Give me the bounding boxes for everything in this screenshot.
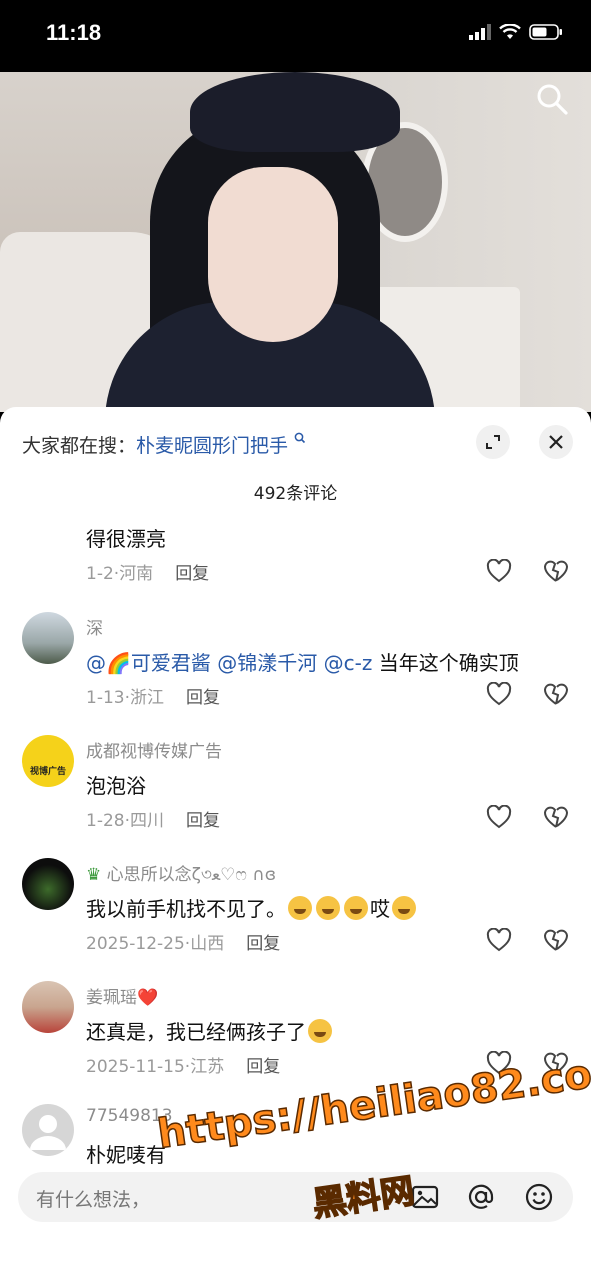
reply-button[interactable]: 回复 (175, 564, 209, 584)
comment-meta: 2025-12-25·山西 回复 (86, 934, 281, 954)
laugh-cry-emoji-icon (308, 1019, 332, 1043)
comment-date: 1-2 (86, 564, 114, 584)
comment-date: 1-28 (86, 811, 125, 831)
comment-meta: 1-2·河南 回复 (86, 564, 210, 584)
emoji-icon[interactable] (524, 1182, 554, 1212)
comment-username[interactable]: 姜珮瑶❤️ (86, 983, 158, 1008)
grin-sweat-emoji-icon (316, 896, 340, 920)
default-avatar-icon (30, 1115, 66, 1150)
avatar[interactable] (22, 1104, 74, 1156)
comment-date: 2025-12-25 (86, 934, 185, 954)
video-person-hat (190, 72, 400, 152)
dislike-icon[interactable] (543, 682, 569, 706)
search-icon[interactable] (535, 82, 569, 116)
video-player[interactable] (0, 72, 591, 412)
like-icon[interactable] (486, 805, 512, 829)
dislike-icon[interactable] (543, 928, 569, 952)
comment-sheet: 大家都在搜：朴麦昵圆形门把手 492条评论 得很漂亮 1-2·河南 回复 深 @… (0, 407, 591, 1280)
comment-item: 视博广告 成都视博传媒广告 泡泡浴 1-28·四川 回复 (0, 730, 591, 840)
comment-text: 我以前手机找不见了。 哎 (86, 893, 418, 922)
avatar[interactable] (22, 612, 74, 664)
comment-item: 得很漂亮 1-2·河南 回复 (0, 517, 591, 597)
comment-username-text: 姜珮瑶 (86, 988, 137, 1008)
comment-location: 河南 (119, 564, 154, 584)
crown-icon: ♛ (86, 865, 102, 885)
close-button[interactable] (539, 425, 573, 459)
close-icon (549, 435, 563, 449)
comment-text: 还真是，我已经俩孩子了 (86, 1016, 334, 1045)
comment-input[interactable]: 有什么想法， (18, 1172, 573, 1222)
reply-button[interactable]: 回复 (246, 934, 280, 954)
like-icon[interactable] (486, 559, 512, 583)
like-icon[interactable] (486, 928, 512, 952)
trending-label: 大家都在搜： (22, 435, 137, 457)
comment-body: 还真是，我已经俩孩子了 (86, 1020, 306, 1044)
expand-button[interactable] (476, 425, 510, 459)
avatar[interactable]: 视博广告 (22, 735, 74, 787)
comment-meta: 1-28·四川 回复 (86, 811, 220, 831)
comment-item: 深 @🌈可爱君酱 @锦漾千河 @c-z 当年这个确实顶 1-13·浙江 回复 (0, 607, 591, 717)
wifi-icon (499, 24, 521, 39)
comment-meta: 2025-11-15·江苏 回复 (86, 1057, 281, 1077)
mention[interactable]: @🌈可爱君酱 (86, 651, 211, 675)
reply-button[interactable]: 回复 (186, 688, 220, 708)
comment-text: 泡泡浴 (86, 774, 146, 798)
comment-text: @🌈可爱君酱 @锦漾千河 @c-z 当年这个确实顶 (86, 647, 519, 676)
expand-icon (486, 435, 500, 449)
comment-location: 江苏 (190, 1057, 225, 1077)
battery-icon (529, 24, 562, 40)
cellular-signal-icon (469, 24, 491, 40)
avatar-logo-text: 视博广告 (29, 766, 66, 777)
dislike-icon[interactable] (543, 559, 569, 583)
trending-search[interactable]: 大家都在搜：朴麦昵圆形门把手 (22, 431, 306, 458)
comment-body-tail: 哎 (370, 897, 390, 921)
video-person-face (208, 167, 338, 342)
comment-location: 浙江 (130, 688, 164, 708)
comment-date: 1-13 (86, 688, 125, 708)
comment-location: 山西 (190, 934, 225, 954)
like-icon[interactable] (486, 682, 512, 706)
reply-button[interactable]: 回复 (186, 811, 220, 831)
comment-username-text: 心思所以念ζ৩ﻌ♡ෆ ∩ɞ (106, 865, 277, 885)
home-indicator (0, 1232, 591, 1280)
avatar[interactable] (22, 981, 74, 1033)
mention[interactable]: @锦漾千河 (217, 651, 317, 675)
comment-username[interactable]: 成都视博传媒广告 (86, 737, 222, 762)
comment-location: 四川 (130, 811, 164, 831)
laugh-cry-emoji-icon (288, 896, 312, 920)
comment-text: 朴妮唛有 (86, 1143, 166, 1167)
mention[interactable]: @c-z (324, 651, 373, 675)
comment-date: 2025-11-15 (86, 1057, 185, 1077)
search-small-icon (294, 432, 306, 444)
comment-input-placeholder: 有什么想法， (36, 1189, 151, 1211)
comment-body: 当年这个确实顶 (378, 651, 519, 675)
red-heart-icon: ❤️ (137, 988, 159, 1008)
comment-count: 492条评论 (253, 484, 338, 504)
status-bar: 11:18 (0, 0, 591, 72)
avatar[interactable] (22, 858, 74, 910)
comment-body: 我以前手机找不见了。 (86, 897, 286, 921)
comment-username[interactable]: ♛ 心思所以念ζ৩ﻌ♡ෆ ∩ɞ (86, 860, 276, 890)
mention-icon[interactable] (466, 1182, 496, 1212)
relieved-emoji-icon (392, 896, 416, 920)
status-time: 11:18 (46, 20, 102, 45)
status-icons (469, 24, 563, 40)
tongue-wink-emoji-icon (344, 896, 368, 920)
comment-username[interactable]: 深 (86, 614, 103, 639)
reply-button[interactable]: 回复 (246, 1057, 280, 1077)
dislike-icon[interactable] (543, 805, 569, 829)
comment-text: 得很漂亮 (86, 527, 166, 551)
comment-item: ♛ 心思所以念ζ৩ﻌ♡ෆ ∩ɞ 我以前手机找不见了。哎 2025-12-25·山… (0, 853, 591, 963)
comment-meta: 1-13·浙江 回复 (86, 688, 220, 708)
trending-query[interactable]: 朴麦昵圆形门把手 (136, 435, 288, 457)
sheet-header: 大家都在搜：朴麦昵圆形门把手 (0, 407, 591, 479)
